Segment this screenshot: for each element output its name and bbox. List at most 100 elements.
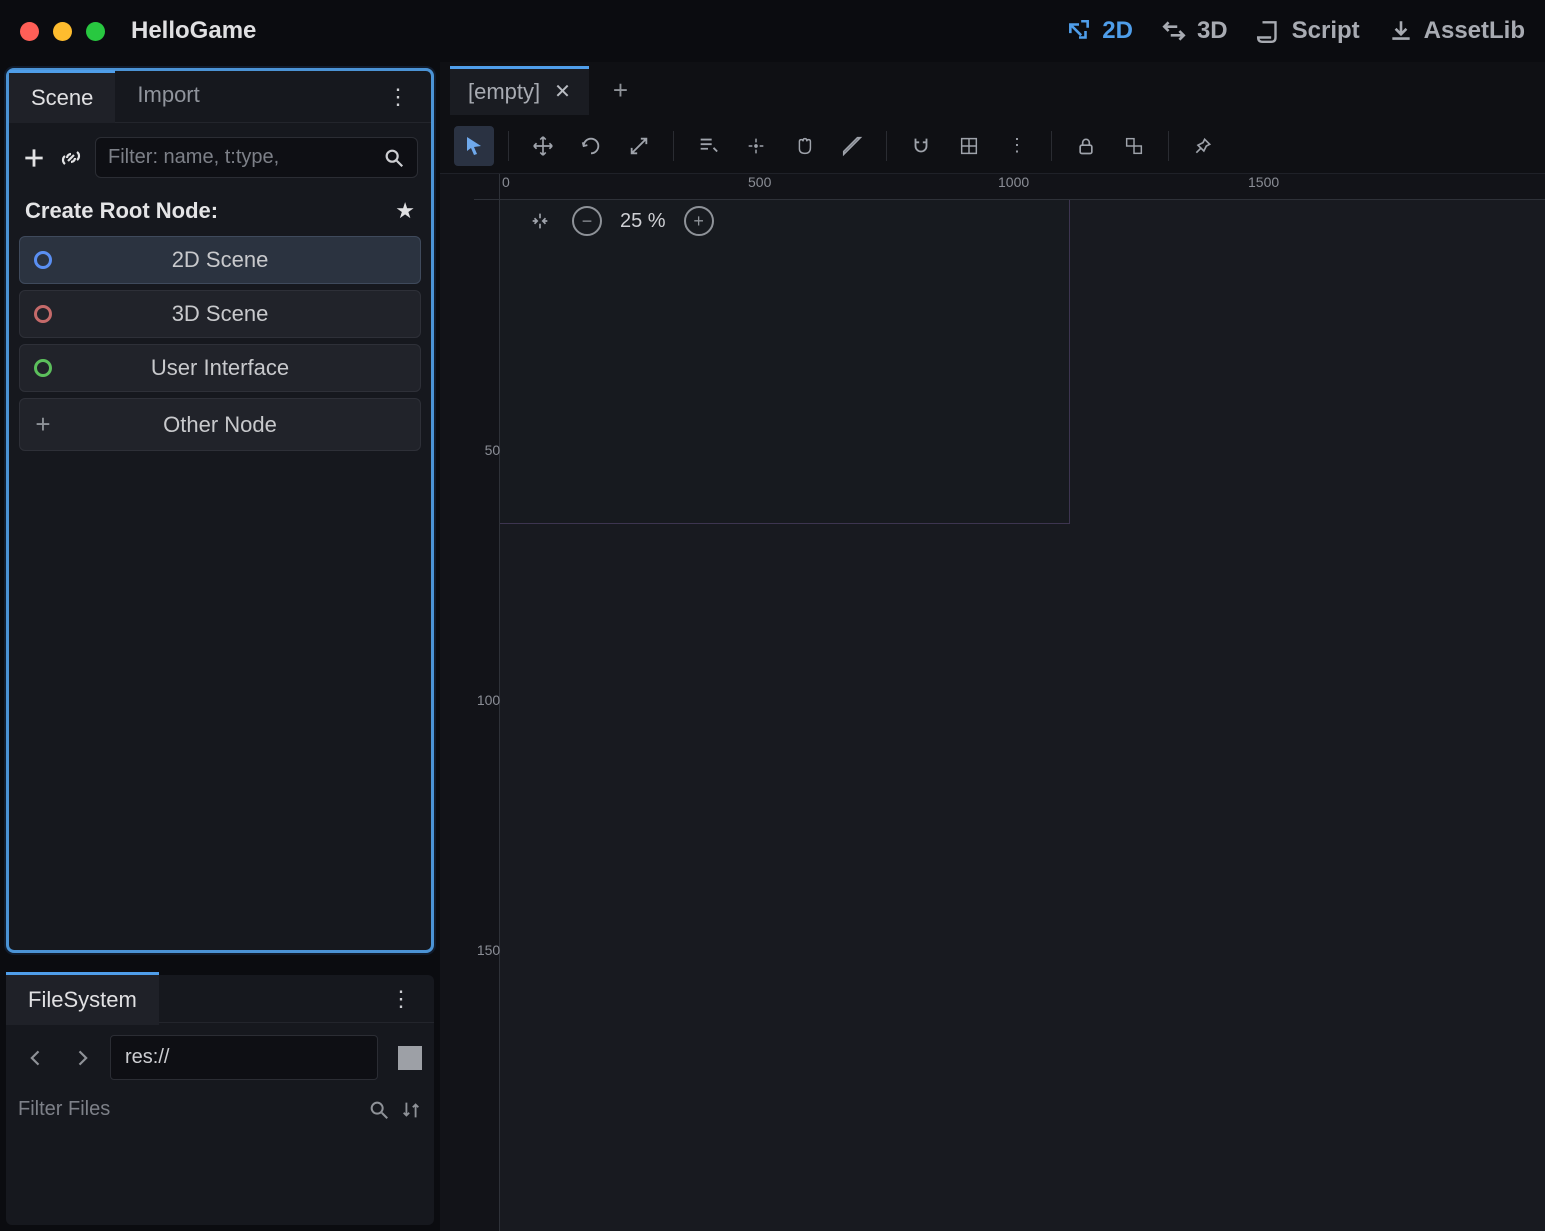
close-tab-button[interactable]: ✕: [554, 79, 571, 104]
search-icon: [368, 1099, 390, 1121]
workspace-3d-button[interactable]: 3D: [1161, 17, 1228, 45]
main-layout: Scene Import ⋮ ⋮: [0, 62, 1545, 1231]
scene-tab-empty[interactable]: [empty] ✕: [450, 66, 589, 115]
nav-forward-button[interactable]: [64, 1046, 100, 1070]
ruler-h-tick-0: 0: [502, 174, 510, 190]
group-button[interactable]: [1114, 126, 1154, 166]
toolbar-separator: [673, 131, 674, 161]
filesystem-nav: res://: [6, 1023, 434, 1092]
nav-back-button[interactable]: [18, 1046, 54, 1070]
create-2d-scene-button[interactable]: 2D Scene: [19, 236, 421, 284]
list-select-button[interactable]: [688, 126, 728, 166]
pivot-tool-button[interactable]: [736, 126, 776, 166]
left-dock: Scene Import ⋮ ⋮: [0, 62, 440, 1231]
new-scene-tab-button[interactable]: +: [603, 75, 638, 106]
scene-filter-box[interactable]: [95, 137, 418, 178]
filesystem-panel: FileSystem ⋮ res:// Filter Files: [6, 975, 434, 1225]
window-controls: [20, 22, 105, 41]
workspace-assetlib-button[interactable]: AssetLib: [1388, 17, 1525, 45]
ruler-tool-button[interactable]: [832, 126, 872, 166]
link-scene-button[interactable]: [59, 139, 83, 177]
workspace-switcher: 2D 3D Script AssetLib: [1066, 17, 1525, 45]
scene-toolbar: ⋮: [9, 123, 431, 192]
create-other-node-button[interactable]: + Other Node: [19, 398, 421, 451]
sort-icon[interactable]: [400, 1099, 422, 1121]
create-root-label: Create Root Node:: [25, 198, 218, 224]
window-minimize-button[interactable]: [53, 22, 72, 41]
favorite-icon[interactable]: ★: [395, 198, 415, 224]
window-maximize-button[interactable]: [86, 22, 105, 41]
create-root-header: Create Root Node: ★: [9, 192, 431, 236]
workspace-2d-button[interactable]: 2D: [1066, 17, 1133, 45]
toolbar-separator: [508, 131, 509, 161]
ruler-vertical: 500 1000 1500: [474, 200, 500, 1231]
scale-icon: [628, 135, 650, 157]
ruler-h-tick-2: 1000: [998, 174, 1029, 190]
grid-snap-button[interactable]: [949, 126, 989, 166]
app-title: HelloGame: [131, 17, 256, 45]
center-icon: [529, 210, 551, 232]
hand-icon: [793, 135, 815, 157]
rotate-tool-button[interactable]: [571, 126, 611, 166]
canvas[interactable]: − 25 % +: [500, 200, 1545, 1231]
filesystem-panel-menu-button[interactable]: ⋮: [380, 980, 422, 1018]
import-tab[interactable]: Import: [115, 70, 221, 123]
scene-tab[interactable]: Scene: [9, 70, 115, 123]
ruler-h-tick-3: 1500: [1248, 174, 1279, 190]
lock-button[interactable]: [1066, 126, 1106, 166]
ruler-corner: [474, 174, 500, 200]
toolbar-separator: [886, 131, 887, 161]
arrow-2d-icon: [1066, 18, 1092, 44]
move-tool-button[interactable]: [523, 126, 563, 166]
pan-tool-button[interactable]: [784, 126, 824, 166]
workspace-script-label: Script: [1292, 17, 1360, 45]
snap-options-button[interactable]: ⋮: [997, 126, 1037, 166]
pin-button[interactable]: [1183, 126, 1223, 166]
chevron-left-icon: [26, 1048, 46, 1068]
filesystem-path-text: res://: [125, 1046, 169, 1069]
viewport[interactable]: 0 500 1000 1500 500 1000 1500 − 25 % +: [440, 174, 1545, 1231]
filesystem-path-input[interactable]: res://: [110, 1035, 378, 1080]
center-view-button[interactable]: [526, 207, 554, 235]
swap-3d-icon: [1161, 18, 1187, 44]
scene-filter-input[interactable]: [108, 146, 373, 169]
viewport-toolbar: ⋮: [440, 118, 1545, 174]
plus-icon: [21, 145, 47, 171]
create-other-node-label: Other Node: [34, 412, 406, 438]
scene-tab-label: [empty]: [468, 79, 540, 105]
grid-icon: [958, 135, 980, 157]
camera-bounds-rect: [500, 200, 1070, 524]
magnet-icon: [910, 135, 932, 157]
workspace-script-button[interactable]: Script: [1256, 17, 1360, 45]
workspace-assetlib-label: AssetLib: [1424, 17, 1525, 45]
view-mode-icon[interactable]: [398, 1046, 422, 1070]
ruler-horizontal: 0 500 1000 1500: [500, 174, 1545, 200]
window-close-button[interactable]: [20, 22, 39, 41]
zoom-controls: − 25 % +: [526, 206, 714, 236]
scene-panel-menu-button[interactable]: ⋮: [377, 78, 419, 116]
open-scenes-bar: [empty] ✕ +: [440, 62, 1545, 118]
scale-tool-button[interactable]: [619, 126, 659, 166]
snap-toggle-button[interactable]: [901, 126, 941, 166]
root-node-options: 2D Scene 3D Scene User Interface + Other…: [9, 236, 431, 451]
pin-icon: [1193, 136, 1213, 156]
filesystem-tab[interactable]: FileSystem: [6, 972, 159, 1025]
center-viewport-area: [empty] ✕ +: [440, 62, 1545, 1231]
ruler-icon: [841, 135, 863, 157]
create-ui-button[interactable]: User Interface: [19, 344, 421, 392]
zoom-out-button[interactable]: −: [572, 206, 602, 236]
zoom-level-label[interactable]: 25 %: [620, 210, 666, 233]
ruler-h-tick-1: 500: [748, 174, 771, 190]
scene-panel-tabs: Scene Import ⋮: [9, 71, 431, 123]
zoom-in-button[interactable]: +: [684, 206, 714, 236]
add-node-button[interactable]: [21, 139, 47, 177]
rotate-icon: [580, 135, 602, 157]
create-3d-scene-label: 3D Scene: [34, 301, 406, 327]
select-tool-button[interactable]: [454, 126, 494, 166]
create-2d-scene-label: 2D Scene: [34, 247, 406, 273]
filesystem-filter-placeholder[interactable]: Filter Files: [18, 1098, 358, 1121]
filesystem-filter-row: Filter Files: [6, 1092, 434, 1127]
toolbar-separator: [1168, 131, 1169, 161]
scene-panel: Scene Import ⋮ ⋮: [6, 68, 434, 953]
create-3d-scene-button[interactable]: 3D Scene: [19, 290, 421, 338]
